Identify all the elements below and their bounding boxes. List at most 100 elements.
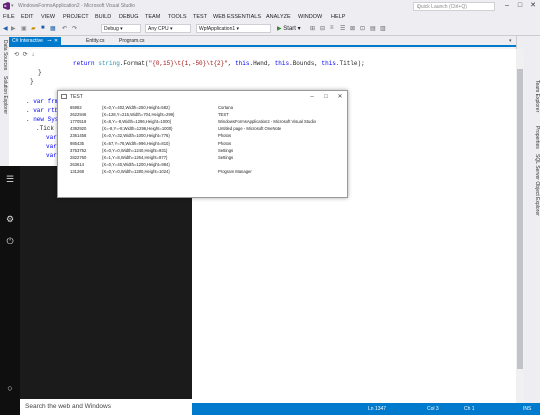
settings-gear-icon[interactable]: ⚙	[3, 212, 17, 226]
sql-server-object-explorer-tab[interactable]: SQL Server Object Explorer	[534, 154, 540, 216]
menu-test[interactable]: TEST	[193, 14, 207, 20]
list-item[interactable]: 3753752 {X=0,Y=0,Width=1240,Height=931} Se…	[62, 148, 346, 154]
title-cell: Untitled page - Microsoft OneNote	[218, 126, 282, 132]
toolbar-tool-icon[interactable]: ≡	[330, 25, 334, 31]
forward-icon[interactable]: ▶	[11, 25, 16, 32]
menu-debug[interactable]: DEBUG	[119, 14, 139, 20]
new-project-icon[interactable]: ▣	[21, 25, 27, 32]
close-icon[interactable]: ✕	[54, 38, 58, 44]
maximize-button[interactable]: □	[514, 1, 526, 11]
title-cell: Photos	[218, 133, 232, 139]
start-button[interactable]: ▶ Start ▾	[277, 25, 301, 32]
menu-edit[interactable]: EDIT	[21, 14, 34, 20]
tab-program[interactable]: Program.cs	[116, 37, 148, 46]
menu-team[interactable]: TEAM	[145, 14, 160, 20]
minimize-button[interactable]: –	[501, 1, 513, 11]
list-item[interactable]: 2361458 {X=0,Y=32,Width=1000,Height=776} P…	[62, 133, 346, 139]
open-file-icon[interactable]: ▰	[31, 25, 36, 32]
menu-view[interactable]: VIEW	[41, 14, 55, 20]
list-item[interactable]: 2622946 {X=128,Y=215,Width=704,Height=299…	[62, 112, 346, 118]
undo-icon[interactable]: ↶	[62, 25, 67, 32]
list-item[interactable]: 985435 {X=67,Y=76,Width=996,Height=810} Ph…	[62, 141, 346, 147]
title-cell: WindowsFormsApplication2 - Microsoft Vis…	[218, 119, 316, 125]
toolbar-tool-icon[interactable]: ⊞	[310, 25, 315, 32]
list-item[interactable]: 65982 {X=0,Y=402,Width=250,Height=582} Cor…	[62, 105, 346, 111]
toolbar-tool-icon[interactable]: ▥	[380, 25, 386, 32]
config-select[interactable]: Debug ▾	[101, 24, 141, 33]
toolbar-tool-icon[interactable]: ⊟	[320, 25, 325, 32]
start-label: Start	[283, 26, 296, 32]
startup-project-select[interactable]: WpfApplication1 ▾	[196, 24, 271, 33]
solution-explorer-tab[interactable]: Solution Explorer	[2, 76, 8, 114]
start-search-box[interactable]: Search the web and Windows	[20, 399, 192, 415]
tab-entity[interactable]: Entity.cs	[83, 37, 108, 46]
menu-analyze[interactable]: ANALYZE	[266, 14, 291, 20]
toolbar-tool-icon[interactable]: ⊠	[350, 25, 355, 32]
menu-project[interactable]: PROJECT	[63, 14, 89, 20]
document-tab-strip: C# Interactive ⊸ ✕ Entity.cs Program.cs …	[9, 36, 516, 47]
scrollbar-thumb[interactable]	[517, 69, 523, 369]
hwnd-cell: 2361458	[70, 133, 87, 139]
menu-help[interactable]: HELP	[331, 14, 345, 20]
menu-build[interactable]: BUILD	[95, 14, 111, 20]
close-button[interactable]: ✕	[527, 1, 539, 11]
properties-tab[interactable]: Properties	[534, 126, 540, 149]
quick-launch-input[interactable]: Quick Launch (Ctrl+Q) ⌕	[413, 2, 495, 11]
dialog-title-bar: TEST – □ ✕	[58, 91, 347, 103]
vertical-scrollbar[interactable]	[516, 49, 524, 403]
redo-icon[interactable]: ↷	[72, 25, 77, 32]
status-mode: INS	[523, 406, 532, 412]
bounds-cell: {X=0,Y=40,Width=1200,Height=984}	[102, 161, 170, 167]
dialog-close-button[interactable]: ✕	[333, 92, 347, 102]
menu-file[interactable]: FILE	[3, 14, 15, 20]
window-icon-indicator: ▾	[11, 3, 14, 9]
list-item[interactable]: 131268 {X=0,Y=0,Width=1280,Height=1024} Pr…	[62, 169, 346, 175]
hwnd-cell: 3753752	[70, 147, 87, 153]
menu-web-essentials[interactable]: WEB ESSENTIALS	[213, 14, 261, 20]
hwnd-cell: 263614	[70, 161, 84, 167]
window-list[interactable]: 65982 {X=0,Y=402,Width=250,Height=582} Cor…	[62, 105, 346, 197]
dialog-minimize-button[interactable]: –	[305, 92, 319, 102]
bounds-cell: {X=0,Y=0,Width=1240,Height=931}	[102, 147, 168, 153]
play-icon: ▶	[277, 26, 282, 32]
menu-tools[interactable]: TOOLS	[168, 14, 187, 20]
tab-overflow-icon[interactable]: ▾	[506, 37, 515, 46]
hwnd-cell: 985435	[70, 140, 84, 146]
title-cell: Cortana	[218, 105, 233, 110]
pin-icon[interactable]: ⊸	[47, 38, 51, 44]
list-item[interactable]: 1770518 {X=8,Y=-8,Width=1296,Height=1000}…	[62, 119, 346, 125]
status-line: Ln 1347	[368, 406, 387, 412]
toolbar-tool-icon[interactable]: ▤	[370, 25, 376, 32]
toolbar-tool-icon[interactable]: ⊡	[360, 25, 365, 32]
menu-window[interactable]: WINDOW	[298, 14, 322, 20]
title-cell: Settings	[218, 154, 234, 160]
status-ch: Ch 1	[464, 406, 475, 412]
code-line: }	[38, 69, 42, 76]
start-menu-rail: ☰ ⚙ ⏻ ○	[0, 166, 20, 415]
back-icon[interactable]: ◀	[3, 25, 8, 32]
hwnd-cell: 1770518	[70, 119, 87, 125]
data-sources-tab[interactable]: Data Sources	[2, 40, 8, 70]
bounds-cell: {X=-8,Y=-8,Width=1296,Height=1000}	[102, 126, 173, 132]
hwnd-cell: 4392920	[70, 126, 87, 132]
toolbar-tool-icon[interactable]: ☰	[340, 25, 345, 32]
save-icon[interactable]: ■	[41, 25, 45, 31]
hamburger-menu-icon[interactable]: ☰	[3, 172, 17, 186]
platform-select[interactable]: Any CPU ▾	[145, 24, 191, 33]
cortana-circle-icon[interactable]: ○	[3, 381, 17, 395]
project-value: WpfApplication1	[199, 26, 236, 32]
list-item[interactable]: 2822760 {X=1,Y=8,Width=1264,Height=977} Se…	[62, 155, 346, 161]
save-all-icon[interactable]: ▦	[50, 25, 56, 32]
team-explorer-tab[interactable]: Team Explorer	[534, 80, 540, 112]
power-icon[interactable]: ⏻	[3, 234, 17, 248]
bounds-cell: {X=0,Y=32,Width=1000,Height=776}	[102, 133, 170, 139]
config-value: Debug	[104, 26, 119, 32]
dialog-maximize-button[interactable]: □	[319, 92, 333, 102]
list-item[interactable]: 4392920 {X=-8,Y=-8,Width=1296,Height=1000…	[62, 126, 346, 132]
test-dialog-window: TEST – □ ✕ 65982 {X=0,Y=402,Width=250,Hei…	[57, 90, 348, 198]
list-item[interactable]: 263614 {X=0,Y=40,Width=1200,Height=984}	[62, 162, 346, 168]
bounds-cell: {X=0,Y=402,Width=250,Height=582}	[102, 105, 170, 110]
tab-csharp-interactive[interactable]: C# Interactive ⊸ ✕	[9, 37, 61, 46]
editor-toolbar-icons[interactable]: ⟲ ⟳ ↓	[14, 51, 35, 58]
hwnd-cell: 131268	[70, 168, 84, 174]
